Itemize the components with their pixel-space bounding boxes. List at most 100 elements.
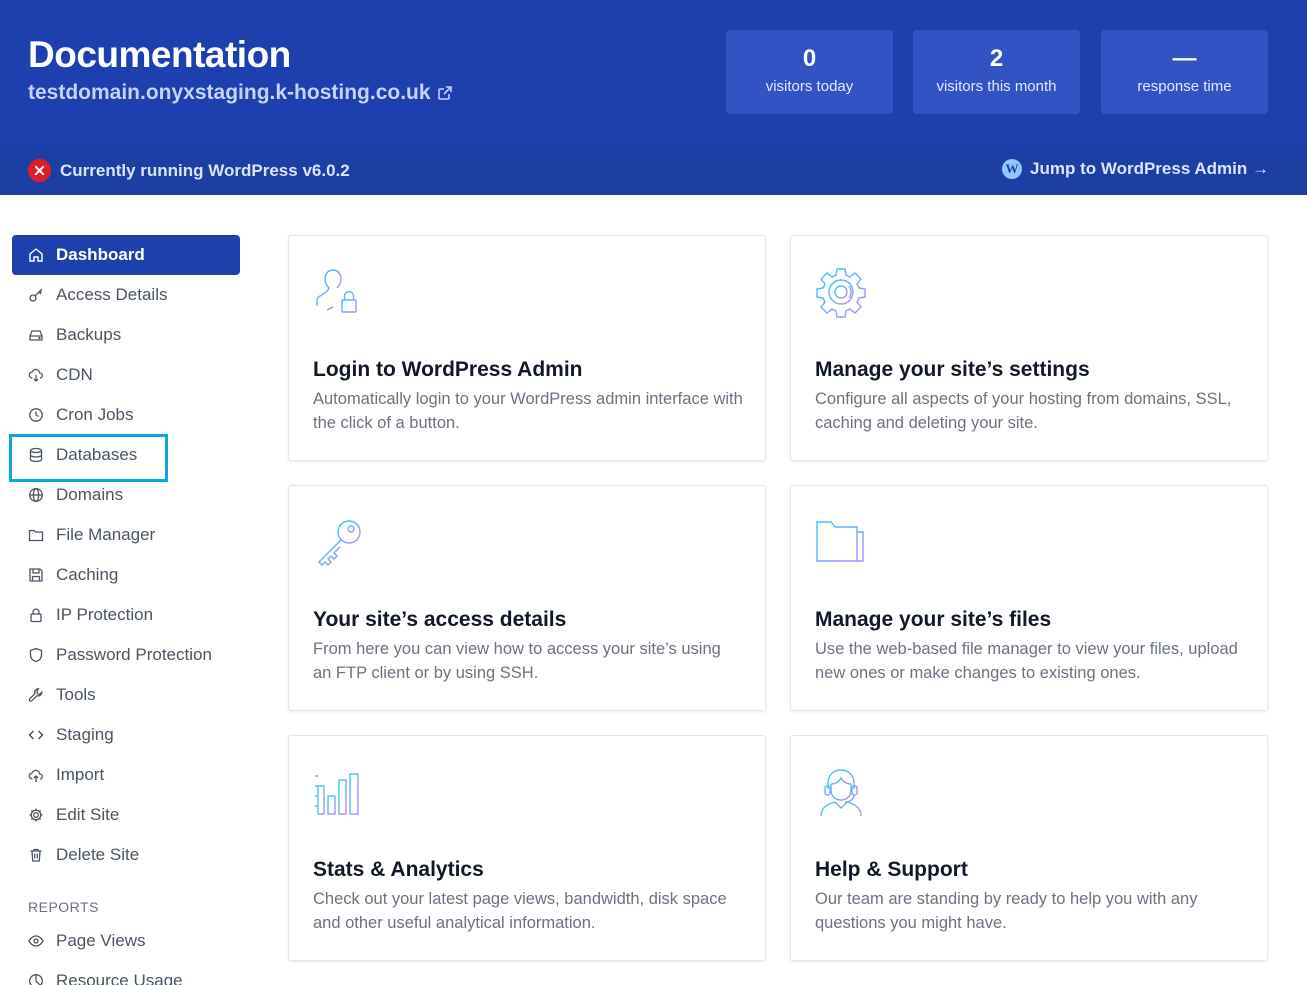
card-title: Stats & Analytics <box>313 858 484 881</box>
sidebar-item-label: Delete Site <box>56 845 140 864</box>
sidebar-item-label: Page Views <box>56 931 146 950</box>
wordpress-admin-link-label: Jump to WordPress Admin → <box>1030 159 1269 178</box>
reports-heading: REPORTS <box>28 899 99 915</box>
cloud-download-icon <box>28 368 43 382</box>
sidebar-item-cdn[interactable]: CDN <box>12 355 240 395</box>
sidebar-item-delete-site[interactable]: Delete Site <box>12 835 240 875</box>
sidebar-item-label: File Manager <box>56 525 156 544</box>
card-title: Manage your site’s files <box>815 608 1052 631</box>
home-icon <box>29 248 43 262</box>
card-description: Check out your latest page views, bandwi… <box>313 890 727 932</box>
sidebar-item-edit-site[interactable]: Edit Site <box>12 795 240 835</box>
globe-icon <box>29 488 43 502</box>
stat-value: — <box>1172 45 1197 72</box>
bar-chart-icon <box>314 768 363 815</box>
user-lock-icon <box>316 269 357 313</box>
sidebar-item-ip-protection[interactable]: IP Protection <box>12 595 240 635</box>
sidebar-item-label: Caching <box>56 565 119 584</box>
trash-icon <box>30 848 42 862</box>
card-login-wordpress-admin[interactable]: Login to WordPress Admin Automatically l… <box>288 235 766 461</box>
sidebar-item-page-views[interactable]: Page Views <box>12 921 240 961</box>
card-description: Configure all aspects of your hosting fr… <box>815 390 1232 432</box>
external-link-icon <box>437 86 452 100</box>
key-icon <box>29 288 43 302</box>
wrench-icon <box>28 688 43 702</box>
stat-response-time: — response time <box>1101 30 1268 114</box>
sidebar-item-label: Password Protection <box>56 645 212 664</box>
sidebar-item-label: Resource Usage <box>56 971 183 985</box>
sidebar-item-tools[interactable]: Tools <box>12 675 240 715</box>
gear-icon <box>29 808 43 822</box>
stat-value: 0 <box>802 45 817 72</box>
key-icon <box>318 520 361 566</box>
clock-icon <box>29 408 43 422</box>
database-icon <box>29 447 43 463</box>
stat-label: response time <box>1137 78 1232 95</box>
stat-value: 2 <box>989 45 1004 72</box>
stat-label: visitors this month <box>936 78 1057 95</box>
wordpress-version-text: Currently running WordPress v6.0.2 <box>60 160 350 180</box>
sidebar-item-access-details[interactable]: Access Details <box>12 275 240 315</box>
sidebar-item-staging[interactable]: Staging <box>12 715 240 755</box>
card-manage-settings[interactable]: Manage your site’s settings Configure al… <box>790 235 1268 461</box>
card-title: Help & Support <box>815 858 968 881</box>
sidebar-item-label: Tools <box>56 685 96 704</box>
sidebar: Dashboard Access Details Backups CDN Cro… <box>9 235 240 985</box>
sidebar-item-label: Databases <box>56 445 138 464</box>
card-help-support[interactable]: Help & Support Our team are standing by … <box>790 735 1268 961</box>
sidebar-item-label: CDN <box>56 365 93 384</box>
drive-icon <box>29 330 43 341</box>
site-domain-text: testdomain.onyxstaging.k-hosting.co.uk <box>28 81 431 104</box>
sidebar-item-label: IP Protection <box>56 605 154 624</box>
sidebar-item-backups[interactable]: Backups <box>12 315 240 355</box>
chart-icon <box>29 974 43 985</box>
support-agent-icon <box>820 769 862 817</box>
card-description: Our team are standing by ready to help y… <box>815 890 1198 932</box>
sidebar-item-resource-usage[interactable]: Resource Usage <box>12 961 240 985</box>
save-icon <box>29 568 43 582</box>
cloud-upload-icon <box>28 769 43 782</box>
sidebar-item-file-manager[interactable]: File Manager <box>12 515 240 555</box>
card-description: From here you can view how to access you… <box>313 640 721 682</box>
page-title: Documentation <box>28 34 291 75</box>
stat-visitors-month: 2 visitors this month <box>913 30 1080 114</box>
card-title: Your site’s access details <box>313 608 567 631</box>
card-title: Login to WordPress Admin <box>313 358 583 381</box>
site-header: Documentation testdomain.onyxstaging.k-h… <box>0 0 1307 147</box>
sidebar-item-dashboard[interactable]: Dashboard <box>12 235 240 275</box>
sidebar-item-domains[interactable]: Domains <box>12 475 240 515</box>
card-description: Use the web-based file manager to view y… <box>815 640 1238 682</box>
sidebar-item-label: Staging <box>56 725 114 744</box>
card-manage-files[interactable]: Manage your site’s files Use the web-bas… <box>790 485 1268 711</box>
card-access-details[interactable]: Your site’s access details From here you… <box>288 485 766 711</box>
sidebar-item-caching[interactable]: Caching <box>12 555 240 595</box>
sidebar-item-password-protection[interactable]: Password Protection <box>12 635 240 675</box>
sidebar-item-label: Edit Site <box>56 805 120 824</box>
stat-label: visitors today <box>765 78 854 95</box>
gear-icon <box>816 268 866 318</box>
sidebar-item-label: Cron Jobs <box>56 405 134 424</box>
sidebar-item-label: Backups <box>56 325 122 344</box>
card-description: Automatically login to your WordPress ad… <box>313 390 743 432</box>
wordpress-admin-link[interactable]: W Jump to WordPress Admin → <box>1002 159 1269 179</box>
wordpress-icon: W <box>1002 159 1023 179</box>
sidebar-item-import[interactable]: Import <box>12 755 240 795</box>
error-x-icon <box>28 159 51 182</box>
stat-visitors-today: 0 visitors today <box>726 30 893 114</box>
sidebar-item-databases[interactable]: Databases <box>9 434 240 482</box>
eye-icon <box>28 935 44 947</box>
sidebar-item-label: Import <box>56 765 105 784</box>
sidebar-item-cron-jobs[interactable]: Cron Jobs <box>12 395 240 435</box>
sidebar-item-label: Dashboard <box>56 245 145 264</box>
site-domain-link[interactable]: testdomain.onyxstaging.k-hosting.co.uk <box>28 81 453 105</box>
lock-icon <box>30 608 42 623</box>
status-bar: Currently running WordPress v6.0.2 W Jum… <box>0 147 1307 195</box>
sidebar-item-label: Domains <box>56 485 124 504</box>
folder-icon <box>816 521 864 562</box>
folder-icon <box>28 529 44 542</box>
card-stats-analytics[interactable]: Stats & Analytics Check out your latest … <box>288 735 766 961</box>
shield-icon <box>29 647 43 663</box>
card-title: Manage your site’s settings <box>815 358 1090 381</box>
sidebar-item-label: Access Details <box>56 285 168 304</box>
code-icon <box>28 730 44 740</box>
